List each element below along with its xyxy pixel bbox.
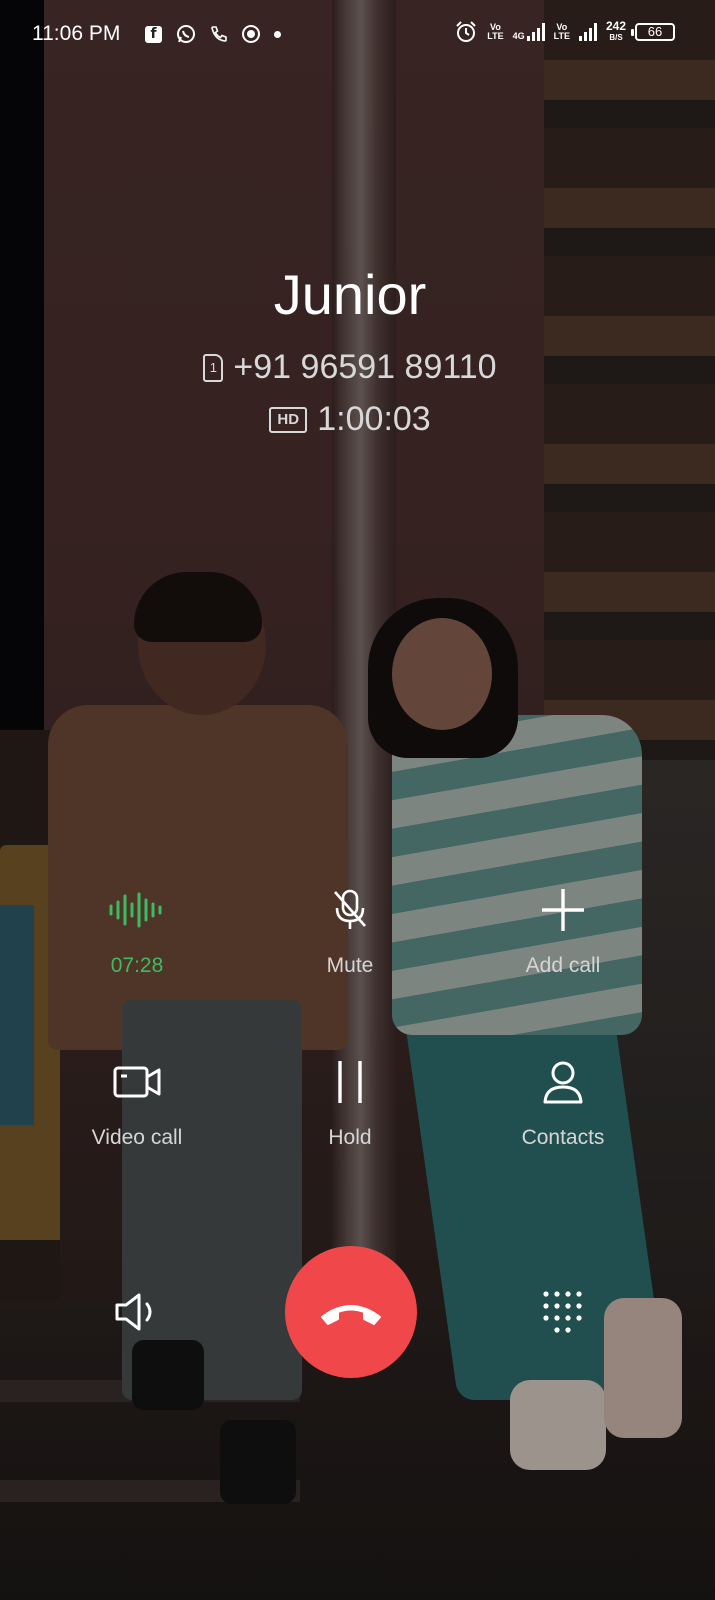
phone-call-icon — [211, 26, 227, 42]
caller-number-row: 1 +91 96591 89110 — [0, 348, 700, 387]
hold-label: Hold — [328, 1126, 372, 1149]
whatsapp-icon — [177, 25, 195, 43]
battery-icon: 66 — [631, 23, 675, 41]
caller-name: Junior — [273, 263, 427, 326]
more-notifications-dot — [274, 30, 281, 38]
video-call-label: Video call — [91, 1126, 183, 1149]
end-call-button[interactable] — [285, 1246, 417, 1378]
recording-timer: 07:28 — [110, 954, 164, 977]
record-icon — [242, 25, 260, 43]
mute-label: Mute — [326, 954, 374, 977]
status-bar: 11:06 PM f Vo LTE 4G Vo LTE 242 B/S 66 — [0, 0, 715, 70]
volte-icon: Vo LTE — [487, 22, 504, 41]
speaker-icon — [115, 1293, 152, 1331]
hd-voice-icon: HD — [269, 406, 308, 433]
call-duration: 1:00:03 — [317, 400, 431, 438]
signal-icon-sim1 — [526, 23, 545, 41]
signal-icon-sim2 — [578, 23, 597, 41]
volte-icon-sim2: Vo LTE — [553, 22, 570, 41]
sim-card-icon: 1 — [203, 353, 224, 382]
person-icon — [543, 1061, 583, 1104]
contacts-label: Contacts — [521, 1126, 605, 1149]
caller-number: +91 96591 89110 — [233, 348, 497, 386]
plus-icon — [542, 889, 584, 931]
call-recording-button[interactable]: 07:28 — [47, 882, 227, 978]
pause-icon — [338, 1061, 362, 1103]
mic-off-icon — [334, 889, 366, 929]
sound-wave-icon — [109, 892, 162, 928]
network-speed: 242 B/S — [605, 19, 626, 42]
video-call-button[interactable]: Video call — [47, 1054, 227, 1150]
speaker-button[interactable] — [97, 1272, 177, 1352]
hold-button[interactable]: Hold — [260, 1054, 440, 1150]
alarm-icon — [456, 21, 476, 42]
video-camera-icon — [113, 1066, 161, 1098]
status-time: 11:06 PM — [32, 22, 121, 45]
network-type-label: 4G — [512, 31, 525, 41]
dialpad-button[interactable] — [522, 1272, 602, 1352]
add-call-label: Add call — [525, 954, 601, 977]
mute-button[interactable]: Mute — [260, 882, 440, 978]
phone-hangup-icon — [321, 1305, 381, 1325]
dialpad-icon — [543, 1291, 582, 1333]
call-duration-row: HD 1:00:03 — [0, 400, 700, 439]
facebook-icon: f — [145, 25, 162, 43]
contacts-button[interactable]: Contacts — [473, 1054, 653, 1150]
add-call-button[interactable]: Add call — [473, 882, 653, 978]
